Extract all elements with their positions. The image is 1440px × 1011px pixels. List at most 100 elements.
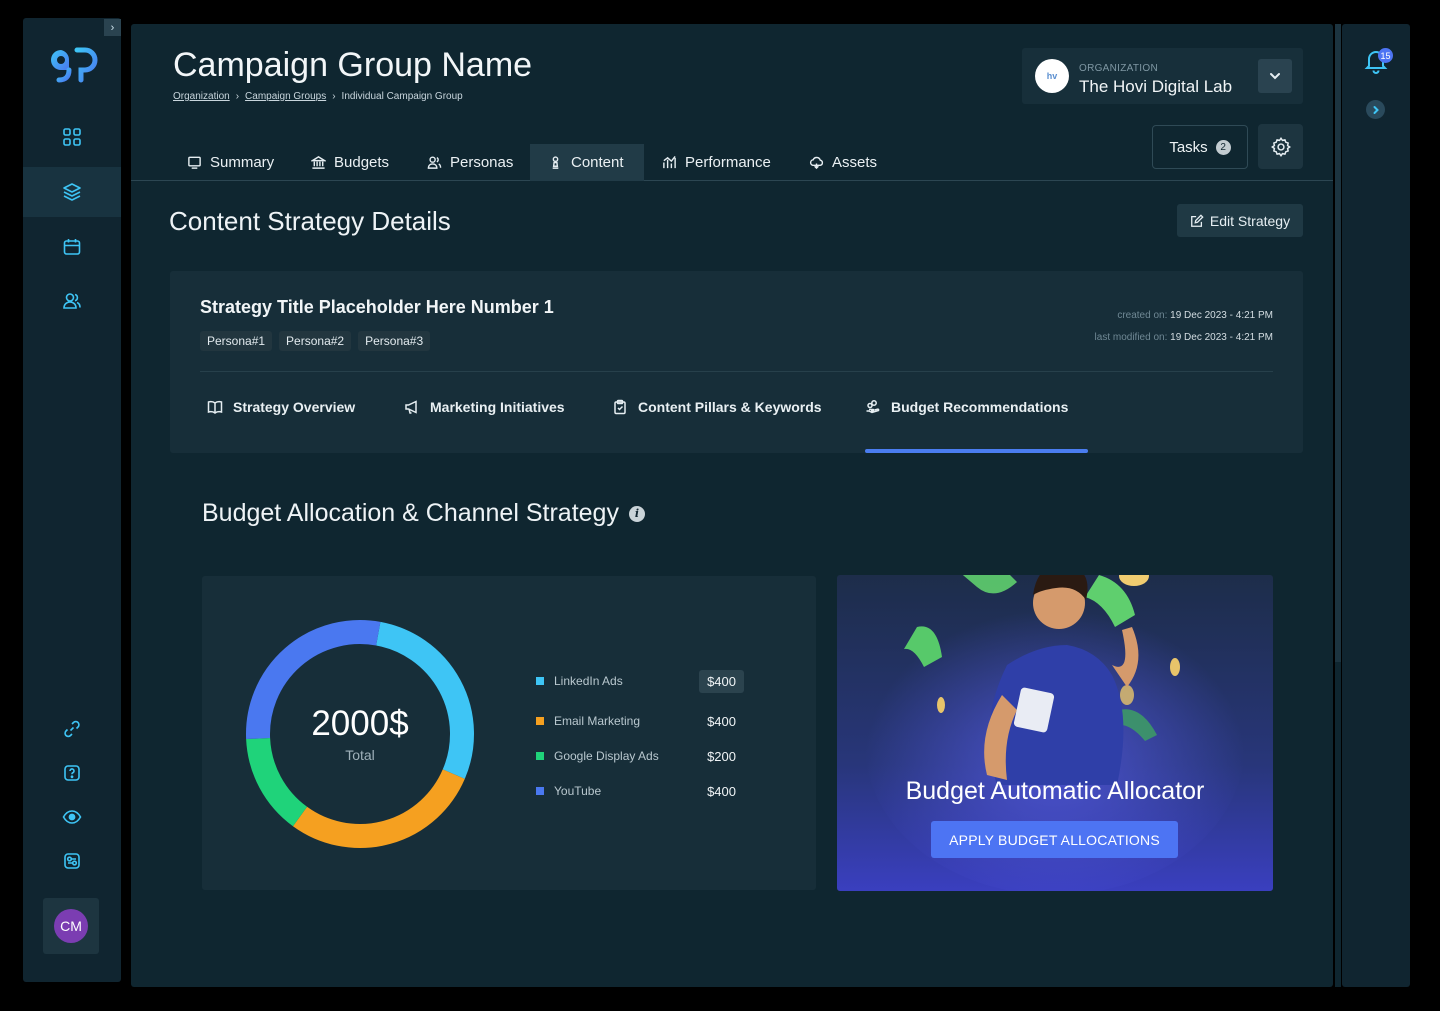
legend-swatch [536, 677, 544, 685]
main-tabs: Summary Budgets Personas Content Perform… [131, 144, 1333, 181]
budget-chart-card: 2000$ Total LinkedIn Ads $400 Email Mark… [202, 576, 816, 890]
edit-strategy-button[interactable]: Edit Strategy [1177, 204, 1303, 237]
last-modified-label: last modified on: [1094, 332, 1168, 343]
organization-dropdown-button[interactable] [1258, 59, 1292, 93]
tab-label: Assets [832, 154, 878, 171]
tab-personas[interactable]: Personas [409, 144, 531, 181]
tab-content[interactable]: Content [530, 144, 644, 181]
info-icon[interactable]: i [628, 505, 645, 522]
organization-selector[interactable]: hv ORGANIZATION The Hovi Digital Lab [1022, 48, 1303, 104]
organization-label: ORGANIZATION [1079, 63, 1158, 74]
app-logo[interactable] [47, 44, 99, 84]
budget-section-title: Budget Allocation & Channel Strategy i [202, 499, 645, 528]
dashboard-grid-icon [63, 128, 81, 146]
legend-swatch [536, 752, 544, 760]
legend-item-linkedin: LinkedIn Ads $400 [536, 669, 744, 693]
breadcrumb-campaign-groups[interactable]: Campaign Groups [245, 91, 326, 102]
section-title: Content Strategy Details [169, 206, 451, 236]
tab-label: Summary [210, 154, 275, 171]
donut-total-label: Total [345, 747, 375, 763]
tab-label: Budgets [334, 154, 390, 171]
created-on: created on: 19 Dec 2023 - 4:21 PM [1117, 310, 1273, 321]
sidebar-item-preview[interactable] [23, 792, 121, 842]
user-avatar-button[interactable]: CM [43, 898, 99, 954]
sidebar-item-settings-panel[interactable] [23, 836, 121, 886]
megaphone-icon [405, 400, 417, 414]
sidebar-toggle-button[interactable]: › [104, 19, 121, 36]
subtab-label: Marketing Initiatives [430, 399, 565, 415]
eye-icon [62, 810, 82, 824]
legend-item-email: Email Marketing $400 [536, 711, 736, 731]
legend-label: Google Display Ads [554, 749, 659, 763]
subtab-label: Content Pillars & Keywords [638, 399, 822, 415]
donut-slice-email-marketing[interactable] [292, 769, 465, 848]
coins-hand-icon [866, 400, 880, 414]
page-title: Campaign Group Name [173, 46, 533, 84]
right-rail: 15 [1342, 24, 1410, 987]
legend-value: $400 [707, 783, 736, 799]
calendar-icon [63, 239, 81, 255]
sidebar-item-campaigns[interactable] [23, 167, 121, 217]
breadcrumb-current: Individual Campaign Group [341, 91, 463, 102]
chevron-right-icon: › [110, 21, 115, 34]
persona-tag[interactable]: Persona#1 [200, 331, 273, 351]
legend-value: $400 [699, 669, 744, 693]
created-on-value: 19 Dec 2023 - 4:21 PM [1170, 310, 1273, 321]
help-icon [64, 765, 80, 781]
performance-chart-icon [663, 155, 676, 169]
legend-label: LinkedIn Ads [554, 674, 623, 688]
sidebar-item-dashboard[interactable] [23, 112, 121, 162]
avatar: CM [54, 909, 88, 943]
donut-total-value: 2000$ [311, 704, 409, 743]
subtab-content-pillars[interactable]: Content Pillars & Keywords [612, 387, 822, 427]
monitor-icon [188, 156, 201, 169]
legend-item-youtube: YouTube $400 [536, 781, 736, 801]
right-rail-expand-button[interactable] [1366, 100, 1385, 119]
legend-swatch [536, 717, 544, 725]
strategy-card: Strategy Title Placeholder Here Number 1… [170, 271, 1303, 453]
last-modified-on: last modified on: 19 Dec 2023 - 4:21 PM [1095, 332, 1273, 343]
tab-assets[interactable]: Assets [791, 144, 895, 181]
created-on-label: created on: [1117, 310, 1168, 321]
tab-summary[interactable]: Summary [169, 144, 292, 181]
budget-allocator-card: Budget Automatic Allocator APPLY BUDGET … [837, 575, 1273, 891]
chevron-right-icon [1373, 105, 1379, 114]
notification-count-badge: 15 [1378, 48, 1393, 63]
legend-label: Email Marketing [554, 714, 641, 728]
chevron-right-icon: › [332, 91, 336, 102]
apply-budget-allocations-button[interactable]: APPLY BUDGET ALLOCATIONS [931, 821, 1178, 858]
legend-swatch [536, 787, 544, 795]
sidebar-item-users[interactable] [23, 276, 121, 326]
bank-icon [311, 156, 326, 169]
left-sidebar: CM [23, 18, 121, 982]
chevron-down-icon [1270, 73, 1280, 80]
sidebar-item-calendar[interactable] [23, 222, 121, 272]
organization-logo: hv [1035, 59, 1069, 93]
tab-performance[interactable]: Performance [644, 144, 789, 181]
chess-piece-icon [552, 156, 559, 169]
persona-tag[interactable]: Persona#2 [279, 331, 352, 351]
sidebar-item-links[interactable] [23, 704, 121, 754]
breadcrumb-organization[interactable]: Organization [173, 91, 230, 102]
subtab-label: Strategy Overview [233, 399, 356, 415]
legend-value: $200 [707, 748, 736, 764]
tab-budgets[interactable]: Budgets [293, 144, 407, 181]
book-open-icon [207, 400, 223, 414]
tab-label: Personas [450, 154, 514, 171]
persona-tag[interactable]: Persona#3 [358, 331, 431, 351]
organization-name: The Hovi Digital Lab [1079, 77, 1233, 96]
users-icon [427, 156, 442, 169]
sidebar-item-help[interactable] [23, 748, 121, 798]
scrollbar-thumb[interactable] [1335, 24, 1341, 662]
legend-label: YouTube [554, 784, 602, 798]
tab-label: Performance [685, 154, 771, 171]
settings-panel-icon [64, 853, 80, 869]
strategy-title: Strategy Title Placeholder Here Number 1 [200, 297, 554, 317]
edit-icon [1191, 213, 1204, 227]
persona-tags: Persona#1 Persona#2 Persona#3 [200, 331, 431, 351]
tab-label: Content [571, 154, 624, 171]
main-panel: Campaign Group Name Organization › Campa… [131, 24, 1333, 987]
subtab-budget-recommendations[interactable]: Budget Recommendations [865, 387, 1068, 427]
subtab-marketing-initiatives[interactable]: Marketing Initiatives [404, 387, 565, 427]
subtab-strategy-overview[interactable]: Strategy Overview [207, 387, 355, 427]
